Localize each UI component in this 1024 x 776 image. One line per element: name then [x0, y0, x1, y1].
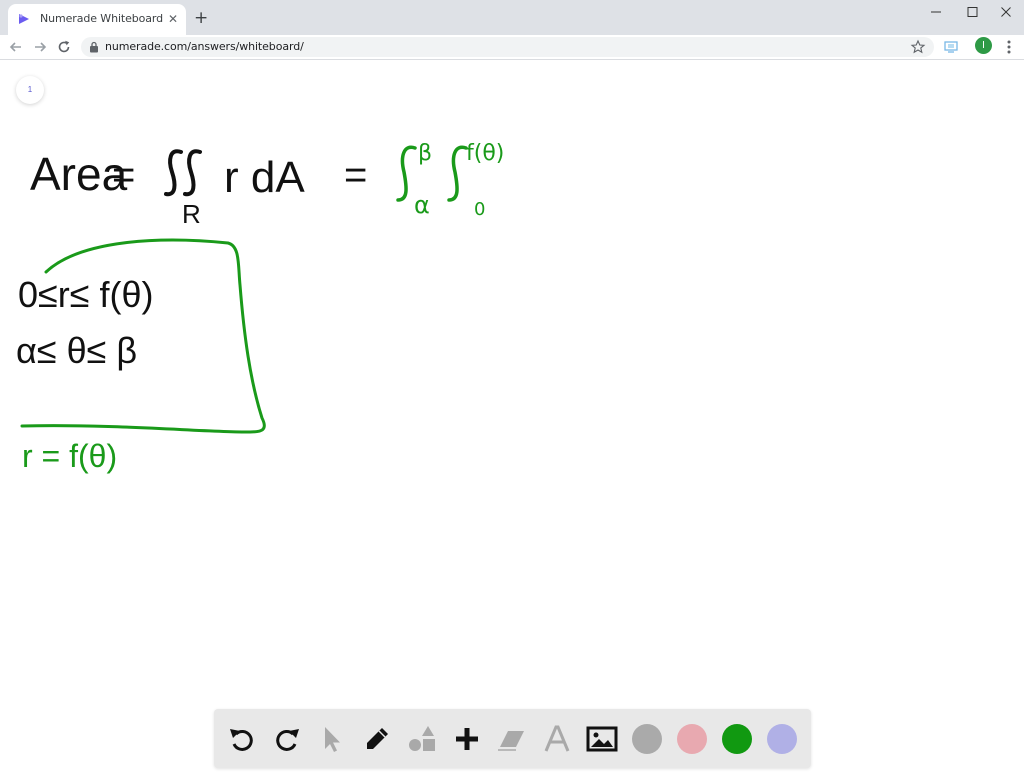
image-icon: [586, 726, 618, 752]
lock-icon[interactable]: [89, 41, 99, 53]
color-swatch-green[interactable]: [722, 724, 752, 754]
redo-button[interactable]: [271, 723, 303, 755]
address-bar[interactable]: numerade.com/answers/whiteboard/: [81, 37, 934, 57]
browser-tab[interactable]: Numerade Whiteboard ✕: [8, 4, 186, 35]
browser-menu-icon[interactable]: [1002, 38, 1016, 56]
outer-upper-limit: β: [418, 141, 432, 166]
browser-tab-bar: Numerade Whiteboard ✕ +: [0, 0, 1024, 35]
theta-inequality: α≤ θ≤ β: [16, 330, 137, 371]
bookmark-star-icon[interactable]: [910, 39, 926, 55]
close-window-icon[interactable]: [996, 4, 1016, 20]
shapes-button[interactable]: [406, 723, 438, 755]
image-button[interactable]: [586, 723, 618, 755]
browser-toolbar: numerade.com/answers/whiteboard/ I: [0, 35, 1024, 60]
double-integral-sign: [164, 149, 202, 197]
back-arrow-icon[interactable]: [7, 38, 25, 56]
region-label: R: [182, 199, 201, 229]
second-equals: =: [344, 153, 367, 197]
forward-arrow-icon[interactable]: [31, 38, 49, 56]
minimize-window-icon[interactable]: [926, 4, 946, 20]
add-button[interactable]: [451, 723, 483, 755]
r-inequality: 0≤r≤ f(θ): [18, 274, 154, 315]
color-swatch-gray[interactable]: [632, 724, 662, 754]
tab-close-icon[interactable]: ✕: [168, 12, 178, 26]
profile-avatar[interactable]: I: [975, 37, 992, 54]
pen-button[interactable]: [361, 723, 393, 755]
text-icon: [544, 725, 570, 752]
new-tab-button[interactable]: +: [194, 8, 208, 28]
page-number-badge[interactable]: 1: [16, 76, 44, 104]
undo-button[interactable]: [226, 723, 258, 755]
text-button[interactable]: [541, 723, 573, 755]
whiteboard-canvas[interactable]: Area = R r dA = β α f(θ) 0 0≤r≤ f(θ) α≤ …: [0, 60, 1024, 776]
area-equals: =: [112, 153, 135, 197]
eraser-button[interactable]: [496, 723, 528, 755]
shapes-icon: [409, 726, 435, 751]
plus-icon: [456, 728, 478, 750]
pointer-button[interactable]: [316, 723, 348, 755]
integrand: r dA: [224, 153, 305, 202]
maximize-window-icon[interactable]: [962, 4, 982, 20]
inner-upper-limit: f(θ): [466, 141, 504, 166]
eraser-icon: [498, 731, 524, 751]
cast-screen-icon[interactable]: [943, 39, 959, 55]
color-swatch-pink[interactable]: [677, 724, 707, 754]
undo-icon: [230, 729, 253, 751]
pen-icon: [367, 728, 388, 749]
redo-icon: [276, 729, 299, 751]
outer-lower-limit: α: [414, 191, 430, 219]
inner-lower-limit: 0: [474, 199, 485, 220]
numerade-logo-icon: [19, 14, 29, 24]
curve-equation-label: r = f(θ): [22, 438, 117, 474]
url-text[interactable]: numerade.com/answers/whiteboard/: [105, 40, 304, 53]
color-swatch-lavender[interactable]: [767, 724, 797, 754]
tab-title: Numerade Whiteboard: [40, 12, 164, 25]
whiteboard-toolbar: [214, 709, 811, 768]
reload-icon[interactable]: [55, 38, 73, 56]
pointer-icon: [325, 727, 340, 752]
